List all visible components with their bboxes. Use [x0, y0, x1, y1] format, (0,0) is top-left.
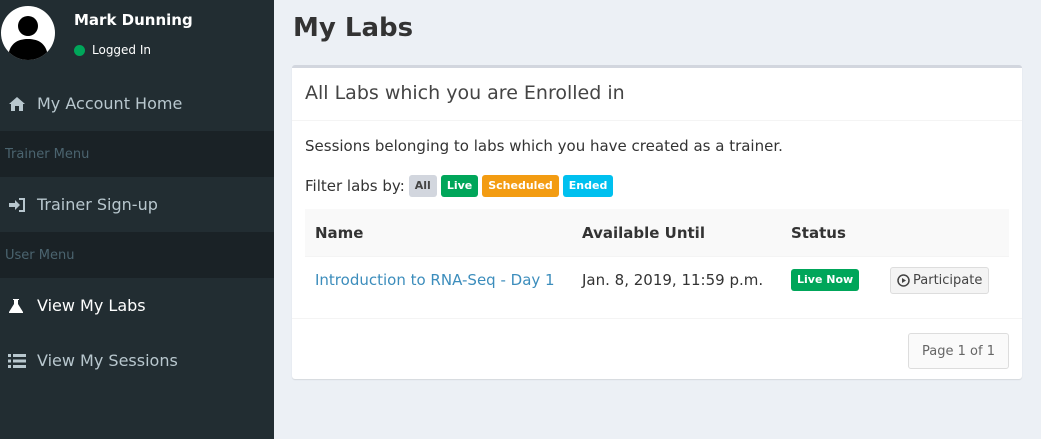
user-name: Mark Dunning	[74, 11, 193, 29]
user-panel: Mark Dunning Logged In	[0, 0, 274, 76]
avatar	[1, 6, 55, 60]
filter-all-button[interactable]: All	[408, 175, 437, 197]
filter-scheduled-button[interactable]: Scheduled	[482, 175, 559, 197]
sidebar-item-label: Trainer Sign-up	[37, 195, 158, 214]
pagination-indicator: Page 1 of 1	[908, 333, 1009, 369]
participate-label: Participate	[913, 272, 983, 288]
column-header-status: Status	[791, 223, 846, 242]
sidebar: Mark Dunning Logged In My Account Home T…	[0, 0, 274, 439]
page-title: My Labs	[293, 13, 414, 43]
user-status: Logged In	[74, 43, 151, 57]
filter-live-button[interactable]: Live	[440, 175, 479, 197]
nav-header-user: User Menu	[0, 232, 274, 278]
filter-label: Filter labs by:	[305, 177, 405, 195]
nav-header-trainer: Trainer Menu	[0, 131, 274, 177]
sidebar-item-view-labs[interactable]: View My Labs	[0, 278, 274, 333]
box-title: All Labs which you are Enrolled in	[292, 68, 1022, 121]
sign-in-icon	[0, 197, 37, 213]
lab-name-link[interactable]: Introduction to RNA-Seq - Day 1	[315, 271, 555, 289]
sidebar-item-label: View My Sessions	[37, 351, 178, 370]
sidebar-item-trainer-signup[interactable]: Trainer Sign-up	[0, 177, 274, 232]
sidebar-item-label: View My Labs	[37, 296, 146, 315]
list-icon	[0, 353, 37, 368]
lab-name-cell: Introduction to RNA-Seq - Day 1	[305, 271, 582, 289]
status-cell: Live Now	[791, 269, 890, 291]
available-until-cell: Jan. 8, 2019, 11:59 p.m.	[582, 271, 764, 289]
online-status-icon	[74, 44, 85, 56]
table-header: Name Available Until Status	[305, 209, 1009, 257]
column-header-available: Available Until	[582, 223, 705, 242]
play-circle-icon	[897, 273, 910, 287]
participate-button[interactable]: Participate	[890, 266, 990, 294]
user-silhouette-icon	[8, 16, 48, 60]
action-cell: Participate	[890, 266, 1009, 294]
status-badge: Live Now	[791, 269, 860, 291]
sidebar-item-account-home[interactable]: My Account Home	[0, 76, 274, 131]
sidebar-item-label: My Account Home	[37, 94, 183, 113]
filter-row: Filter labs by: All Live Scheduled Ended	[305, 175, 617, 197]
table-row: Introduction to RNA-Seq - Day 1 Jan. 8, …	[305, 257, 1009, 303]
column-header-name: Name	[315, 223, 364, 242]
box-description: Sessions belonging to labs which you hav…	[305, 137, 783, 155]
sidebar-item-view-sessions[interactable]: View My Sessions	[0, 333, 274, 388]
labs-box: All Labs which you are Enrolled in Sessi…	[292, 65, 1022, 379]
home-icon	[0, 96, 37, 112]
filter-ended-button[interactable]: Ended	[562, 175, 614, 197]
labs-table: Name Available Until Status Introduction…	[305, 209, 1009, 303]
flask-icon	[0, 298, 37, 314]
box-footer: Page 1 of 1	[292, 318, 1022, 376]
user-status-text: Logged In	[92, 43, 152, 57]
